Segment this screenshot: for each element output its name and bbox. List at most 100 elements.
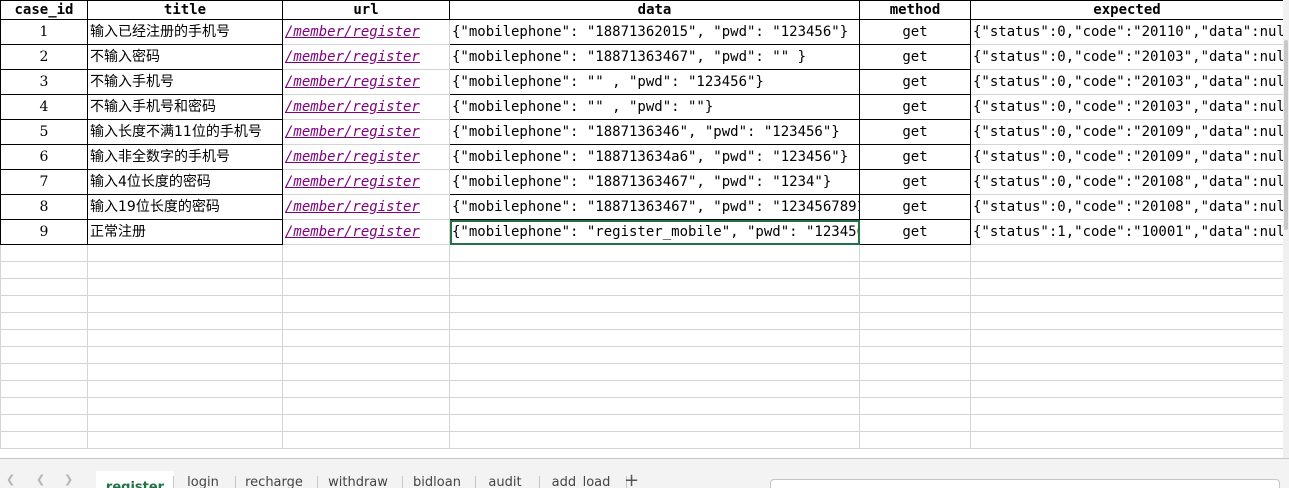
case-id-cell[interactable]: 5 <box>0 119 88 145</box>
empty-cell[interactable] <box>859 312 971 330</box>
data-cell[interactable]: {"mobilephone": "1887136346", "pwd": "12… <box>449 119 860 145</box>
case-id-cell[interactable]: 3 <box>0 69 88 95</box>
empty-cell[interactable] <box>970 363 1283 381</box>
empty-cell[interactable] <box>0 244 88 262</box>
case-id-cell[interactable]: 2 <box>0 44 88 70</box>
empty-cell[interactable] <box>449 346 860 364</box>
empty-cell[interactable] <box>970 380 1283 398</box>
empty-cell[interactable] <box>859 346 971 364</box>
empty-cell[interactable] <box>449 380 860 398</box>
empty-cell[interactable] <box>449 431 860 449</box>
data-cell[interactable]: {"mobilephone": "18871363467", "pwd": ""… <box>449 44 860 70</box>
empty-cell[interactable] <box>0 397 88 415</box>
next-sheet-arrow-icon[interactable]: ❯ <box>64 473 73 487</box>
empty-cell[interactable] <box>282 380 450 398</box>
empty-cell[interactable] <box>859 261 971 279</box>
title-cell[interactable]: 输入19位长度的密码 <box>87 194 283 220</box>
title-cell[interactable]: 不输入密码 <box>87 44 283 70</box>
expected-cell[interactable]: {"status":0,"code":"20110","data":null, <box>970 19 1283 45</box>
empty-cell[interactable] <box>87 380 283 398</box>
title-cell[interactable]: 输入已经注册的手机号 <box>87 19 283 45</box>
data-cell[interactable]: {"mobilephone": "" , "pwd": ""} <box>449 94 860 120</box>
empty-cell[interactable] <box>859 397 971 415</box>
data-cell[interactable]: {"mobilephone": "188713634a6", "pwd": "1… <box>449 144 860 170</box>
header-method[interactable]: method <box>859 0 971 20</box>
empty-cell[interactable] <box>449 312 860 330</box>
empty-cell[interactable] <box>449 244 860 262</box>
title-cell[interactable]: 输入非全数字的手机号 <box>87 144 283 170</box>
expected-cell[interactable]: {"status":0,"code":"20108","data":null, <box>970 169 1283 195</box>
url-link[interactable]: /member/register <box>282 19 450 45</box>
method-cell[interactable]: get <box>859 19 971 45</box>
title-cell[interactable]: 输入长度不满11位的手机号 <box>87 119 283 145</box>
case-id-cell[interactable]: 7 <box>0 169 88 195</box>
empty-cell[interactable] <box>282 414 450 432</box>
empty-cell[interactable] <box>282 363 450 381</box>
case-id-cell[interactable]: 9 <box>0 219 88 245</box>
empty-cell[interactable] <box>87 397 283 415</box>
empty-cell[interactable] <box>282 329 450 347</box>
vertical-scrollbar[interactable] <box>1283 0 1289 458</box>
sheet-tab-bidloan[interactable]: bidloan <box>398 476 476 488</box>
empty-cell[interactable] <box>449 329 860 347</box>
expected-cell[interactable]: {"status":0,"code":"20109","data":null, <box>970 144 1283 170</box>
empty-cell[interactable] <box>859 431 971 449</box>
empty-cell[interactable] <box>87 278 283 296</box>
case-id-cell[interactable]: 8 <box>0 194 88 220</box>
empty-cell[interactable] <box>282 295 450 313</box>
url-link[interactable]: /member/register <box>282 169 450 195</box>
method-cell[interactable]: get <box>859 219 971 245</box>
empty-cell[interactable] <box>859 414 971 432</box>
url-link[interactable]: /member/register <box>282 194 450 220</box>
method-cell[interactable]: get <box>859 169 971 195</box>
expected-cell[interactable]: {"status":1,"code":"10001","data":null, <box>970 219 1283 245</box>
empty-cell[interactable] <box>87 346 283 364</box>
expected-cell[interactable]: {"status":0,"code":"20108","data":null, <box>970 194 1283 220</box>
empty-cell[interactable] <box>859 363 971 381</box>
empty-cell[interactable] <box>859 295 971 313</box>
empty-cell[interactable] <box>449 295 860 313</box>
first-sheet-arrow-icon[interactable]: ❮ <box>6 473 15 487</box>
empty-cell[interactable] <box>0 278 88 296</box>
empty-cell[interactable] <box>282 261 450 279</box>
url-link[interactable]: /member/register <box>282 219 450 245</box>
data-cell[interactable]: {"mobilephone": "" , "pwd": "123456"} <box>449 69 860 95</box>
sheet-tab-register[interactable]: register <box>96 471 174 488</box>
empty-cell[interactable] <box>0 312 88 330</box>
expected-cell[interactable]: {"status":0,"code":"20103","data":null, <box>970 44 1283 70</box>
case-id-cell[interactable]: 1 <box>0 19 88 45</box>
empty-cell[interactable] <box>449 261 860 279</box>
empty-cell[interactable] <box>859 278 971 296</box>
expected-cell[interactable]: {"status":0,"code":"20103","data":null, <box>970 69 1283 95</box>
empty-cell[interactable] <box>87 312 283 330</box>
empty-cell[interactable] <box>449 397 860 415</box>
empty-cell[interactable] <box>282 244 450 262</box>
empty-cell[interactable] <box>449 363 860 381</box>
empty-cell[interactable] <box>859 380 971 398</box>
empty-cell[interactable] <box>970 329 1283 347</box>
empty-cell[interactable] <box>449 278 860 296</box>
empty-cell[interactable] <box>859 329 971 347</box>
empty-cell[interactable] <box>970 244 1283 262</box>
empty-cell[interactable] <box>0 363 88 381</box>
url-link[interactable]: /member/register <box>282 69 450 95</box>
empty-cell[interactable] <box>0 380 88 398</box>
url-link[interactable]: /member/register <box>282 119 450 145</box>
header-url[interactable]: url <box>282 0 450 20</box>
sheet-tab-login[interactable]: login <box>170 476 236 488</box>
url-link[interactable]: /member/register <box>282 94 450 120</box>
empty-cell[interactable] <box>0 261 88 279</box>
empty-cell[interactable] <box>87 329 283 347</box>
sheet-tab-withdraw[interactable]: withdraw <box>313 476 403 488</box>
empty-cell[interactable] <box>87 431 283 449</box>
expected-cell[interactable]: {"status":0,"code":"20109","data":null, <box>970 119 1283 145</box>
title-cell[interactable]: 不输入手机号和密码 <box>87 94 283 120</box>
empty-cell[interactable] <box>282 397 450 415</box>
empty-cell[interactable] <box>87 261 283 279</box>
data-cell[interactable]: {"mobilephone": "18871363467", "pwd": "1… <box>449 169 860 195</box>
header-expected[interactable]: expected <box>970 0 1283 20</box>
header-data[interactable]: data <box>449 0 860 20</box>
empty-cell[interactable] <box>970 414 1283 432</box>
spreadsheet-grid[interactable]: case_id title url data method expected 1… <box>0 0 1283 458</box>
empty-cell[interactable] <box>970 346 1283 364</box>
